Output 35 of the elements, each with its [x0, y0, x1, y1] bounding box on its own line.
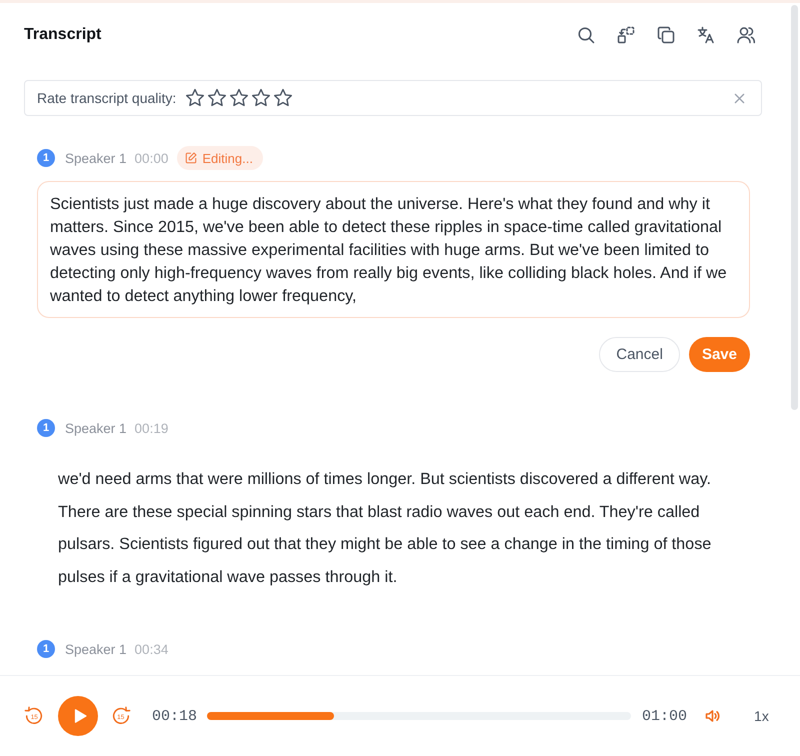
- speaker-badge: 1: [37, 149, 55, 167]
- users-icon[interactable]: [737, 26, 755, 44]
- copy-icon[interactable]: [657, 26, 675, 44]
- editing-label: Editing...: [202, 150, 253, 166]
- star-icon[interactable]: [251, 88, 272, 108]
- progress-track[interactable]: [207, 712, 632, 720]
- timestamp[interactable]: 00:34: [134, 642, 168, 656]
- timestamp[interactable]: 00:00: [134, 150, 168, 166]
- speaker-badge: 1: [37, 419, 55, 437]
- volume-icon[interactable]: [705, 708, 722, 724]
- rating-label: Rate transcript quality:: [37, 90, 176, 106]
- transcript-text: we'd need arms that were millions of times longer. But scientists discovered a different way. There are these special spinning stars that blast radio waves out each end. They're called pulsars. Scientists figured out that they might be able to see a change in the timing of those pulses if a gravitational wave passes through it.: [58, 469, 712, 588]
- speaker-name[interactable]: Speaker 1: [65, 420, 127, 436]
- search-icon[interactable]: [577, 26, 595, 44]
- star-rating[interactable]: [185, 88, 294, 108]
- save-button[interactable]: Save: [688, 337, 750, 372]
- cancel-button[interactable]: Cancel: [599, 337, 680, 372]
- star-icon[interactable]: [273, 88, 294, 108]
- squares-arrow-icon[interactable]: [617, 26, 635, 44]
- scrollbar-thumb[interactable]: [791, 5, 798, 410]
- playback-speed-button[interactable]: 1x: [754, 708, 769, 724]
- speaker-name[interactable]: Speaker 1: [65, 642, 127, 656]
- elapsed-time: 00:18: [152, 708, 198, 724]
- star-icon[interactable]: [229, 88, 250, 108]
- star-icon[interactable]: [207, 88, 228, 108]
- transcript-edit-field[interactable]: Scientists just made a huge discovery about the universe. Here's what they found and why it matters. Since 2015, we've been able to detect these ripples in space-time called gravitational waves using these massive experimental facilities with huge arms. But we've been limited to detecting only high-frequency waves from really big events, like colliding black holes. And if we wanted to detect anything lower frequency,: [37, 181, 750, 318]
- pencil-icon: [185, 152, 198, 164]
- play-button[interactable]: [58, 696, 98, 736]
- panel-title: Transcript: [24, 26, 102, 44]
- translate-icon[interactable]: [697, 26, 715, 44]
- speaker-badge: 1: [37, 640, 55, 658]
- timestamp[interactable]: 00:19: [134, 420, 168, 436]
- star-icon[interactable]: [185, 88, 206, 108]
- speaker-name[interactable]: Speaker 1: [65, 150, 127, 166]
- duration-time: 01:00: [642, 708, 688, 724]
